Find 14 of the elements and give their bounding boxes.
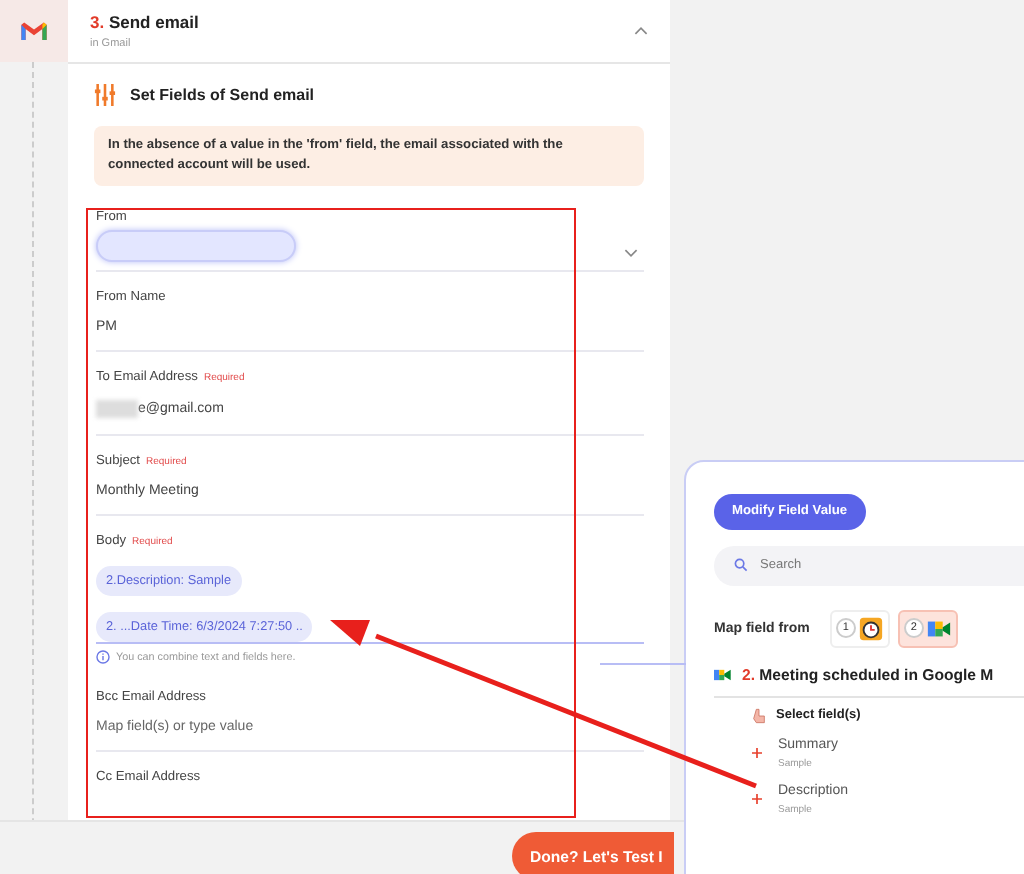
hand-icon [752, 707, 766, 723]
sliders-icon [94, 84, 116, 106]
section-title: Set Fields of Send email [130, 86, 315, 104]
info-icon [96, 650, 110, 665]
gmail-icon [20, 20, 48, 42]
step-title: 3. Send email [90, 12, 201, 32]
connector-line [599, 663, 687, 665]
plus-icon [752, 748, 762, 758]
plus-icon [752, 794, 762, 804]
chevron-icon [624, 247, 638, 258]
clock-icon [857, 615, 884, 641]
search-icon [734, 558, 748, 572]
video-icon [714, 667, 732, 681]
chevron-icon[interactable] [634, 26, 648, 36]
